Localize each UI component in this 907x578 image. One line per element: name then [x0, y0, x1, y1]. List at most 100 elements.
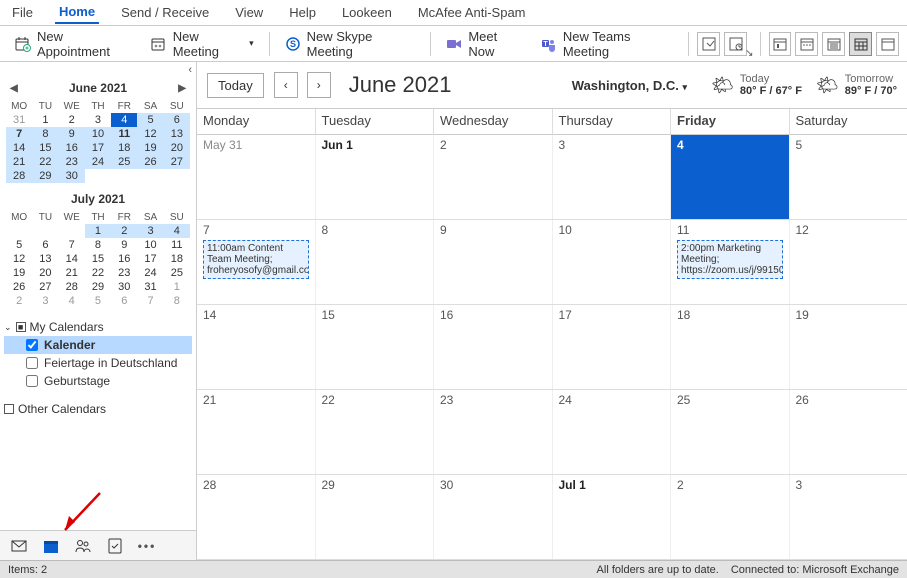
mini-day[interactable]: 28 — [6, 169, 32, 183]
mini-day[interactable]: 16 — [111, 252, 137, 266]
view-schedule-button[interactable] — [876, 32, 899, 56]
mini-day[interactable]: 22 — [85, 266, 111, 280]
mini-day[interactable] — [137, 169, 163, 183]
mini-day[interactable]: 8 — [164, 294, 190, 308]
calendar-checkbox[interactable] — [26, 375, 38, 387]
day-cell[interactable]: 12 — [790, 220, 907, 304]
day-cell[interactable]: 3 — [790, 475, 907, 559]
mini-day[interactable]: 20 — [32, 266, 58, 280]
mini-day[interactable]: 2 — [6, 294, 32, 308]
mini-day[interactable]: 24 — [85, 155, 111, 169]
mini-day[interactable]: 18 — [111, 141, 137, 155]
mini-day[interactable]: 23 — [59, 155, 85, 169]
calendar-checkbox[interactable] — [26, 357, 38, 369]
day-cell[interactable]: 26 — [790, 390, 907, 474]
chevron-down-icon[interactable]: ▾ — [249, 38, 254, 49]
mini-day[interactable]: 6 — [32, 238, 58, 252]
mini-day[interactable]: 5 — [6, 238, 32, 252]
weather-location[interactable]: Washington, D.C. ▾ — [572, 78, 687, 93]
next-month-button[interactable]: › — [307, 72, 331, 98]
next-mini-icon[interactable]: ▶ — [178, 83, 186, 94]
mini-day[interactable]: 30 — [111, 280, 137, 294]
day-cell[interactable]: 8 — [316, 220, 435, 304]
mini-day[interactable]: 8 — [85, 238, 111, 252]
day-cell[interactable]: 24 — [553, 390, 672, 474]
mini-day[interactable]: 28 — [59, 280, 85, 294]
prev-mini-icon[interactable]: ◀ — [10, 83, 18, 94]
mini-day[interactable]: 17 — [85, 141, 111, 155]
mini-day[interactable]: 1 — [85, 224, 111, 238]
day-cell[interactable]: 711:00am Content Team Meeting; froheryos… — [197, 220, 316, 304]
day-cell[interactable]: 3 — [553, 135, 672, 219]
more-icon[interactable]: ••• — [138, 537, 156, 555]
mini-day[interactable]: 27 — [32, 280, 58, 294]
mini-day[interactable]: 6 — [111, 294, 137, 308]
menu-send-receive[interactable]: Send / Receive — [117, 2, 213, 23]
mini-day[interactable]: 2 — [111, 224, 137, 238]
mini-day[interactable] — [164, 169, 190, 183]
mini-day[interactable]: 2 — [59, 113, 85, 127]
mini-day[interactable]: 29 — [85, 280, 111, 294]
calendar-checkbox[interactable] — [26, 339, 38, 351]
mini-day[interactable]: 31 — [137, 280, 163, 294]
appointment[interactable]: 11:00am Content Team Meeting; froheryoso… — [203, 240, 309, 279]
calendar-item[interactable]: Kalender — [4, 336, 192, 354]
mini-day[interactable]: 25 — [164, 266, 190, 280]
weather-tile[interactable]: 🌤Tomorrow89° F / 70° — [816, 73, 897, 97]
calendar-item[interactable]: Geburtstage — [4, 372, 192, 390]
mini-day[interactable]: 3 — [32, 294, 58, 308]
mini-day[interactable]: 16 — [59, 141, 85, 155]
mini-day[interactable]: 30 — [59, 169, 85, 183]
mini-day[interactable]: 4 — [111, 113, 137, 127]
mini-day[interactable]: 8 — [32, 127, 58, 141]
menu-lookeen[interactable]: Lookeen — [338, 2, 396, 23]
new-skype-meeting-button[interactable]: S New Skype Meeting — [276, 24, 425, 64]
mini-day[interactable]: 19 — [6, 266, 32, 280]
new-teams-meeting-button[interactable]: T New Teams Meeting — [532, 24, 683, 64]
day-cell[interactable]: 15 — [316, 305, 435, 389]
menu-view[interactable]: View — [231, 2, 267, 23]
mini-calendar-june[interactable]: ◀June 2021▶MOTUWETHFRSASU311234567891011… — [6, 80, 190, 183]
mini-day[interactable]: 12 — [6, 252, 32, 266]
mini-day[interactable]: 13 — [32, 252, 58, 266]
mail-icon[interactable] — [10, 537, 28, 555]
day-cell[interactable]: 30 — [434, 475, 553, 559]
calendar-item[interactable]: Feiertage in Deutschland — [4, 354, 192, 372]
mini-day[interactable]: 4 — [164, 224, 190, 238]
view-button-1[interactable] — [697, 32, 720, 56]
overflow-icon[interactable]: ↘ — [745, 48, 753, 59]
mini-day[interactable]: 21 — [59, 266, 85, 280]
mini-day[interactable]: 27 — [164, 155, 190, 169]
mini-day[interactable]: 20 — [164, 141, 190, 155]
mini-day[interactable]: 1 — [32, 113, 58, 127]
my-calendars-header[interactable]: ⌄ ■ My Calendars — [4, 318, 192, 336]
day-cell[interactable]: 25 — [671, 390, 790, 474]
mini-day[interactable]: 4 — [59, 294, 85, 308]
weather-tile[interactable]: 🌤Today80° F / 67° F — [711, 73, 802, 97]
mini-day[interactable]: 31 — [6, 113, 32, 127]
view-workweek-button[interactable] — [795, 32, 818, 56]
mini-day[interactable]: 19 — [137, 141, 163, 155]
other-calendars-header[interactable]: Other Calendars — [4, 400, 192, 418]
mini-day[interactable]: 11 — [111, 127, 137, 141]
mini-day[interactable]: 15 — [85, 252, 111, 266]
day-cell[interactable]: 28 — [197, 475, 316, 559]
tristate-checkbox-icon[interactable]: ■ — [16, 322, 26, 332]
menu-mcafee-anti-spam[interactable]: McAfee Anti-Spam — [414, 2, 530, 23]
mini-day[interactable]: 17 — [137, 252, 163, 266]
day-cell[interactable]: 14 — [197, 305, 316, 389]
mini-day[interactable]: 6 — [164, 113, 190, 127]
calendar-icon[interactable] — [42, 537, 60, 555]
mini-day[interactable]: 22 — [32, 155, 58, 169]
day-cell[interactable]: 29 — [316, 475, 435, 559]
day-cell[interactable]: May 31 — [197, 135, 316, 219]
mini-day[interactable]: 1 — [164, 280, 190, 294]
mini-day[interactable]: 26 — [137, 155, 163, 169]
day-cell[interactable]: 19 — [790, 305, 907, 389]
mini-day[interactable]: 18 — [164, 252, 190, 266]
mini-day[interactable]: 12 — [137, 127, 163, 141]
mini-day[interactable]: 26 — [6, 280, 32, 294]
mini-day[interactable]: 24 — [137, 266, 163, 280]
day-cell[interactable]: Jun 1 — [316, 135, 435, 219]
mini-day[interactable] — [85, 169, 111, 183]
